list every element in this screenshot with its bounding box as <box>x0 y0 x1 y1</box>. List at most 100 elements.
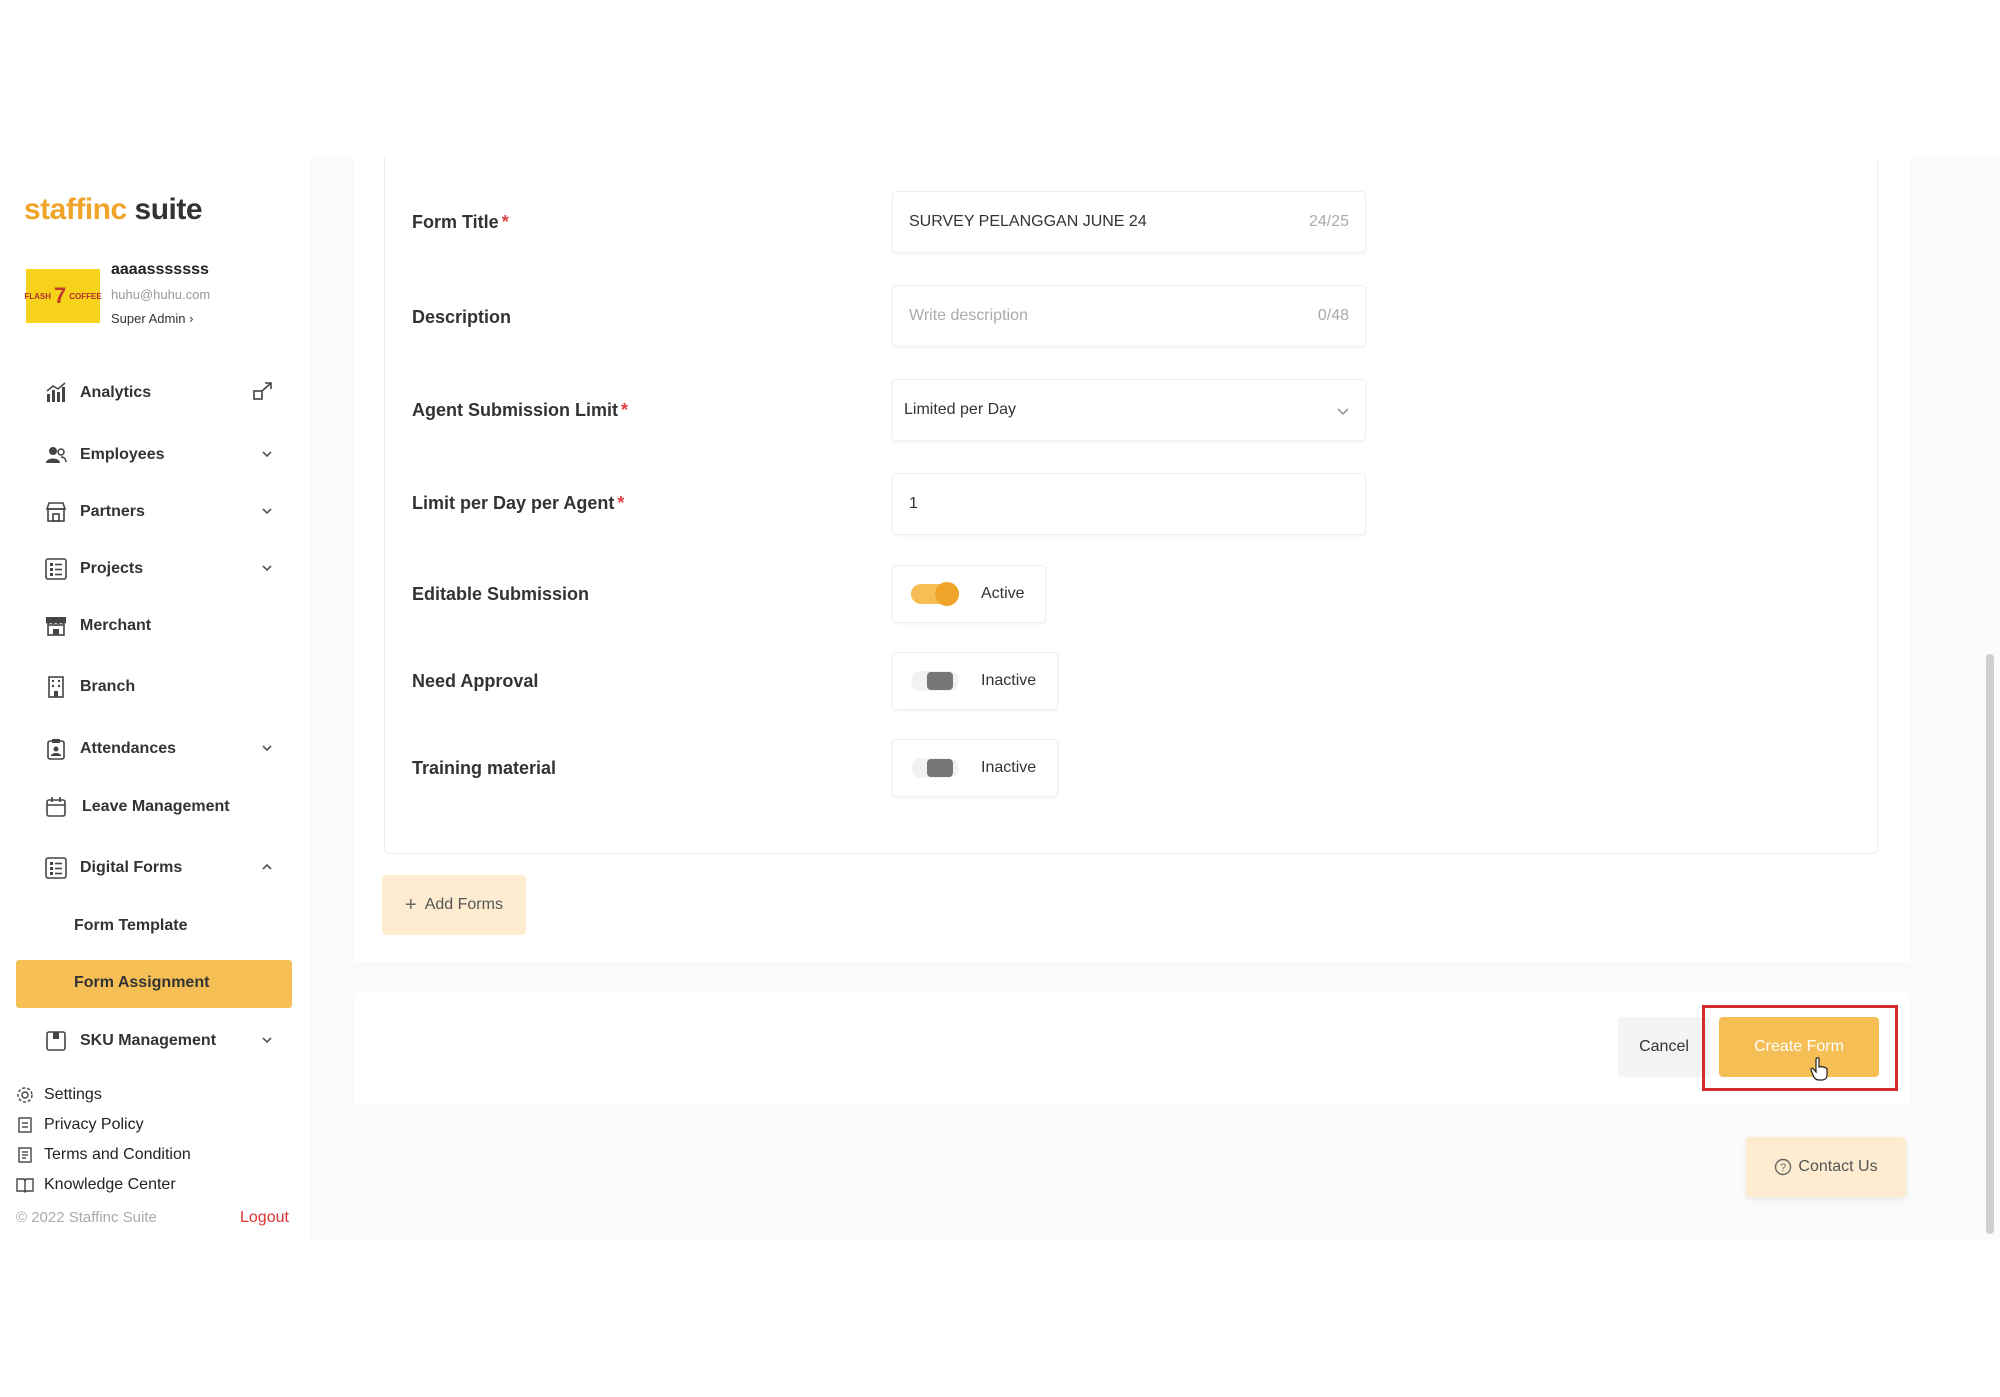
chevron-down-icon <box>262 745 272 752</box>
form-title-label-text: Form Title <box>412 212 499 232</box>
submission-limit-select[interactable]: Limited per Day <box>892 379 1366 441</box>
toggle-switch-off[interactable] <box>911 758 959 778</box>
sidebar-item-partners[interactable]: Partners <box>44 494 274 530</box>
contact-us-button[interactable]: ? Contact Us <box>1746 1137 1906 1197</box>
footer-settings-link[interactable]: Settings <box>16 1086 102 1104</box>
toggle-knob <box>927 672 953 690</box>
sidebar-item-digital-forms[interactable]: Digital Forms <box>44 850 274 886</box>
required-mark: * <box>621 400 629 420</box>
form-title-label: Form Title * <box>412 212 509 233</box>
training-material-toggle[interactable]: Inactive <box>892 739 1058 797</box>
sidebar-item-sku-management[interactable]: SKU Management <box>44 1023 274 1059</box>
box-icon <box>44 1029 68 1053</box>
chevron-down-icon <box>262 1037 272 1044</box>
brand-logo[interactable]: staffinc suite <box>24 193 203 227</box>
sidebar-sub-form-assignment[interactable]: Form Assignment <box>74 974 209 992</box>
limit-per-day-label-text: Limit per Day per Agent <box>412 493 615 513</box>
sidebar-item-analytics[interactable]: Analytics <box>44 375 274 411</box>
svg-text:?: ? <box>1780 1162 1786 1174</box>
plus-icon: + <box>405 893 417 916</box>
required-mark: * <box>617 493 625 513</box>
scrollbar[interactable] <box>1986 654 1994 1234</box>
limit-per-day-input[interactable]: 1 <box>892 473 1366 535</box>
need-approval-label: Need Approval <box>412 671 539 691</box>
sidebar: staffinc suite FLASH 7 COFFEE aaaasssssss … <box>0 157 310 1240</box>
footer-knowledge-label: Knowledge Center <box>44 1176 176 1193</box>
submission-limit-label-text: Agent Submission Limit <box>412 400 619 420</box>
logout-link[interactable]: Logout <box>240 1209 289 1227</box>
clipboard-icon <box>44 737 68 761</box>
sidebar-item-label: Digital Forms <box>80 859 183 876</box>
approval-status-label: Inactive <box>981 672 1037 689</box>
sidebar-item-branch[interactable]: Branch <box>44 669 274 705</box>
profile-role-label: Super Admin <box>111 311 186 326</box>
sidebar-item-projects[interactable]: Projects <box>44 551 274 587</box>
limit-per-day-label: Limit per Day per Agent * <box>412 493 624 514</box>
app-root: staffinc suite FLASH 7 COFFEE aaaasssssss … <box>0 157 2000 1240</box>
book-icon <box>16 1178 34 1193</box>
users-icon <box>44 443 68 467</box>
profile-role[interactable]: Super Admin › <box>111 311 193 326</box>
limit-per-day-value: 1 <box>909 495 918 512</box>
copyright-text: © 2022 Staffinc Suite <box>16 1209 157 1226</box>
chevron-down-icon <box>262 565 272 572</box>
training-material-label: Training material <box>412 758 557 778</box>
cancel-button[interactable]: Cancel <box>1618 1017 1710 1077</box>
sidebar-item-label: SKU Management <box>80 1032 217 1049</box>
external-link-icon[interactable] <box>252 381 274 408</box>
sidebar-item-label: Projects <box>80 560 144 577</box>
submission-limit-value: Limited per Day <box>904 401 1017 418</box>
sidebar-item-label: Branch <box>80 678 136 695</box>
chevron-right-icon: › <box>189 311 194 326</box>
chevron-down-icon <box>1337 408 1349 416</box>
sidebar-item-employees[interactable]: Employees <box>44 437 274 473</box>
sidebar-sub-form-template[interactable]: Form Template <box>74 917 188 935</box>
footer-privacy-link[interactable]: Privacy Policy <box>16 1116 144 1134</box>
profile-email: huhu@huhu.com <box>111 287 211 302</box>
editable-status-label: Active <box>981 585 1025 602</box>
form-title-value: SURVEY PELANGGAN JUNE 24 <box>909 213 1147 230</box>
user-profile[interactable]: FLASH 7 COFFEE aaaasssssss huhu@huhu.com S… <box>24 261 286 341</box>
footer-terms-label: Terms and Condition <box>44 1146 191 1163</box>
merchant-icon <box>44 614 68 638</box>
form-title-counter: 24/25 <box>1308 213 1349 230</box>
chevron-up-icon <box>262 863 272 870</box>
need-approval-toggle[interactable]: Inactive <box>892 652 1058 710</box>
hand-cursor-icon <box>1810 1057 1828 1081</box>
store-icon <box>44 500 68 524</box>
training-status-label: Inactive <box>981 759 1037 776</box>
toggle-switch-off[interactable] <box>911 671 959 691</box>
footer-privacy-label: Privacy Policy <box>44 1116 144 1133</box>
logo-part-3: suite <box>126 193 203 226</box>
description-placeholder: Write description <box>909 307 1028 324</box>
privacy-icon <box>18 1117 32 1133</box>
toggle-switch-on[interactable] <box>911 582 959 606</box>
footer-settings-label: Settings <box>44 1086 102 1103</box>
sidebar-item-leave-management[interactable]: Leave Management <box>44 789 274 825</box>
add-forms-button[interactable]: + Add Forms <box>382 875 526 935</box>
logo-part-1: staff <box>24 193 85 226</box>
sidebar-item-label: Employees <box>80 446 165 463</box>
help-icon: ? <box>1775 1158 1792 1176</box>
chevron-down-icon <box>262 451 272 458</box>
form-title-input[interactable]: SURVEY PELANGGAN JUNE 24 24/25 <box>892 191 1366 253</box>
sidebar-item-label: Attendances <box>80 740 177 757</box>
description-input[interactable]: Write description 0/48 <box>892 285 1366 347</box>
chevron-down-icon <box>262 508 272 515</box>
highlight-box <box>1702 1005 1898 1091</box>
analytics-icon <box>44 381 68 405</box>
footer-knowledge-link[interactable]: Knowledge Center <box>16 1176 176 1194</box>
building-icon <box>44 675 68 699</box>
calendar-icon <box>44 795 68 819</box>
sidebar-item-label: Merchant <box>80 617 152 634</box>
sidebar-item-label: Analytics <box>80 384 152 401</box>
avatar: FLASH 7 COFFEE <box>24 269 102 323</box>
toggle-knob <box>927 759 953 777</box>
editable-submission-label: Editable Submission <box>412 584 590 604</box>
required-mark: * <box>501 212 509 232</box>
sidebar-item-merchant[interactable]: Merchant <box>44 608 274 644</box>
sidebar-item-attendances[interactable]: Attendances <box>44 731 274 767</box>
footer-terms-link[interactable]: Terms and Condition <box>16 1146 191 1164</box>
description-label: Description <box>412 307 512 327</box>
editable-submission-toggle[interactable]: Active <box>892 565 1046 623</box>
